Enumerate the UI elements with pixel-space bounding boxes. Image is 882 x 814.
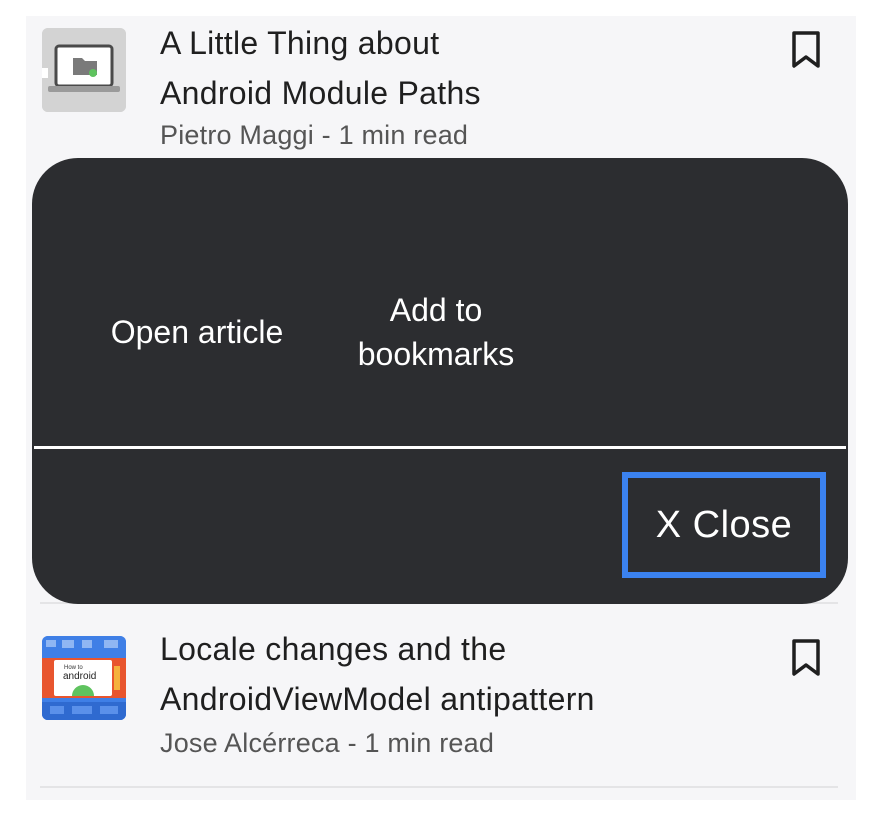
thumbnail-text: android [63,671,96,682]
article-meta: Pietro Maggi - 1 min read [160,120,469,150]
article-meta: Jose Alcérreca - 1 min read [160,728,495,758]
article-title: A Little Thing about Android Module Path… [160,18,760,118]
sheet-divider [34,446,846,449]
article-card[interactable]: A Little Thing about Android Module Path… [26,16,856,166]
bookmark-icon [792,31,820,68]
article-card[interactable]: How to android Locale changes and the An… [26,616,856,786]
android-illustration-icon: How to android [42,636,126,720]
article-title-line: Android Module Paths [160,75,481,111]
bookmark-button[interactable] [790,30,822,70]
article-title-line: AndroidViewModel antipattern [160,681,595,717]
article-actions-sheet: Open article Add to bookmarks X Close [32,158,848,604]
open-article-button[interactable]: Open article [72,310,322,354]
add-to-bookmarks-button[interactable]: Add to bookmarks [336,288,536,376]
list-divider [40,786,838,788]
close-button[interactable]: X Close [622,472,826,578]
bookmark-button[interactable] [790,638,822,678]
article-thumbnail: How to android [42,636,126,720]
screen: A Little Thing about Android Module Path… [0,0,882,814]
bookmark-icon [792,639,820,676]
article-title-line: Locale changes and the [160,631,507,667]
article-title: Locale changes and the AndroidViewModel … [160,624,760,724]
laptop-folder-icon [42,28,126,112]
article-thumbnail [42,28,126,112]
article-title-line: A Little Thing about [160,25,440,61]
